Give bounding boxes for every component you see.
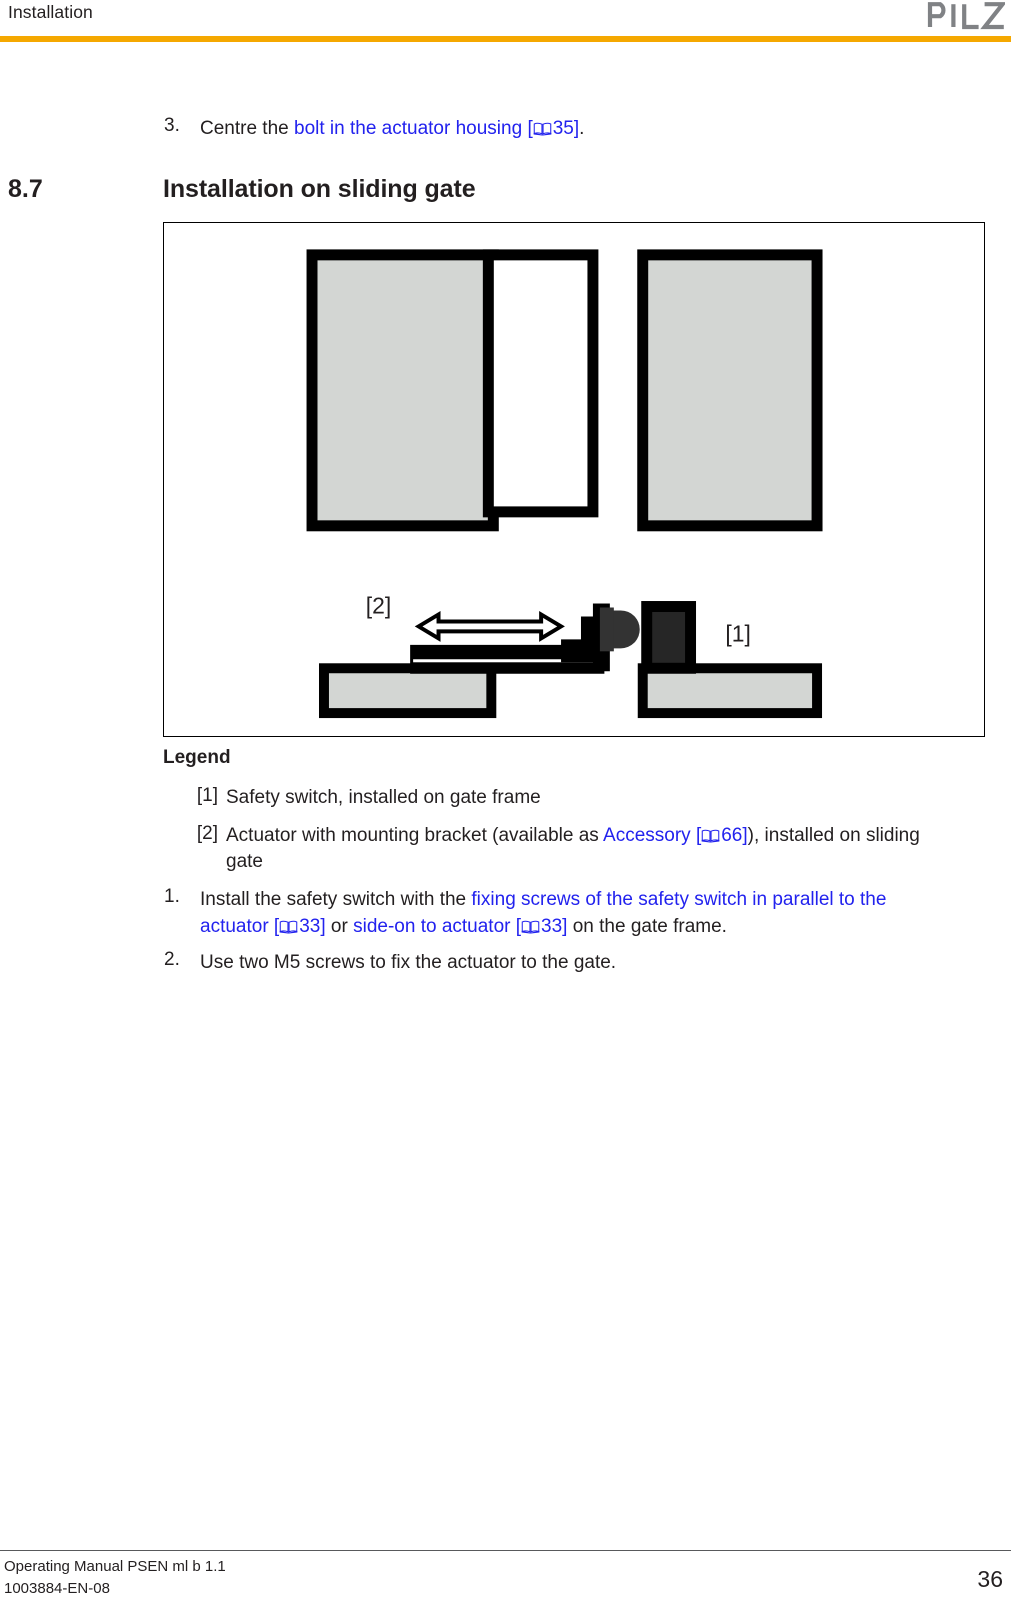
step-1-text-before: Install the safety switch with the xyxy=(200,889,472,910)
legend-2-text-before: Actuator with mounting bracket (availabl… xyxy=(226,825,604,846)
mounting-bracket xyxy=(410,603,610,674)
step-1-text-middle: or xyxy=(325,916,354,937)
book-icon xyxy=(521,919,540,934)
gate-panel-right xyxy=(637,249,823,532)
xref-open-bracket: [ xyxy=(522,118,533,139)
header-chapter-title: Installation xyxy=(8,2,93,22)
xref-page-number: 66 xyxy=(721,825,743,846)
link-side-on-to-actuator[interactable]: side-on to actuator xyxy=(353,916,510,937)
legend-text-2: Actuator with mounting bracket (availabl… xyxy=(226,823,946,875)
footer-document-info: Operating Manual PSEN ml b 1.1 1003884-E… xyxy=(4,1556,226,1600)
xref-open-bracket: [ xyxy=(510,916,522,937)
legend-text-1: Safety switch, installed on gate frame xyxy=(226,787,541,808)
sliding-gate-rail-left xyxy=(318,663,497,719)
header-accent-rule xyxy=(0,36,1011,42)
xref-page-number: 33 xyxy=(299,916,321,937)
book-icon xyxy=(533,121,552,136)
footer-manual-title: Operating Manual PSEN ml b 1.1 xyxy=(4,1558,226,1575)
page-title: Installation on sliding gate xyxy=(163,175,476,203)
step-1-text: Install the safety switch with the fixin… xyxy=(200,886,960,940)
actuator-nub xyxy=(599,607,640,652)
footer-divider xyxy=(0,1550,1011,1551)
step-2-text: Use two M5 screws to fix the actuator to… xyxy=(200,952,617,973)
step-2-number: 2. xyxy=(164,949,180,970)
gate-panel-middle xyxy=(482,249,599,518)
sliding-direction-arrow xyxy=(414,610,565,642)
figure-label-1: [1] xyxy=(725,620,750,646)
step-3-number: 3. xyxy=(164,115,180,136)
xref-page-number: 33 xyxy=(541,916,563,937)
xref-side-on-actuator[interactable]: [33] xyxy=(510,916,568,937)
figure-label-2: [2] xyxy=(366,592,391,618)
legend-tag-2: [2] xyxy=(196,823,218,844)
book-icon xyxy=(279,919,298,934)
gate-frame-rail-right xyxy=(637,663,823,719)
legend-tag-1: [1] xyxy=(196,785,218,806)
figure-diagram: [2] [1] xyxy=(306,249,823,719)
step-1-number: 1. xyxy=(164,886,180,907)
link-accessory[interactable]: Accessory xyxy=(603,825,691,846)
step-3-text-after: . xyxy=(579,118,585,139)
safety-switch-body xyxy=(641,601,697,674)
page-header: Installation xyxy=(0,0,1011,42)
step-3-text: Centre the bolt in the actuator housing … xyxy=(200,115,584,142)
link-bolt-in-actuator-housing[interactable]: bolt in the actuator housing xyxy=(294,118,522,139)
xref-accessory[interactable]: [66] xyxy=(691,825,748,846)
section-number: 8.7 xyxy=(8,175,43,203)
step-3-text-before: Centre the xyxy=(200,118,294,139)
legend-title: Legend xyxy=(163,747,231,768)
xref-open-bracket: [ xyxy=(690,825,702,846)
step-1-text-after: on the gate frame. xyxy=(567,916,727,937)
footer-document-number: 1003884-EN-08 xyxy=(4,1580,110,1597)
footer-page-number: 36 xyxy=(977,1566,1003,1592)
xref-open-bracket: [ xyxy=(268,916,280,937)
book-icon xyxy=(701,828,720,843)
xref-page-number: 35 xyxy=(552,118,574,139)
gate-panel-left xyxy=(306,249,499,532)
figure-installation-sliding-gate: [2] [1] xyxy=(163,222,985,737)
pilz-logo xyxy=(927,0,1005,30)
xref-parallel-actuator[interactable]: [33] xyxy=(269,916,326,937)
xref-bolt-housing[interactable]: [35] xyxy=(522,118,579,139)
